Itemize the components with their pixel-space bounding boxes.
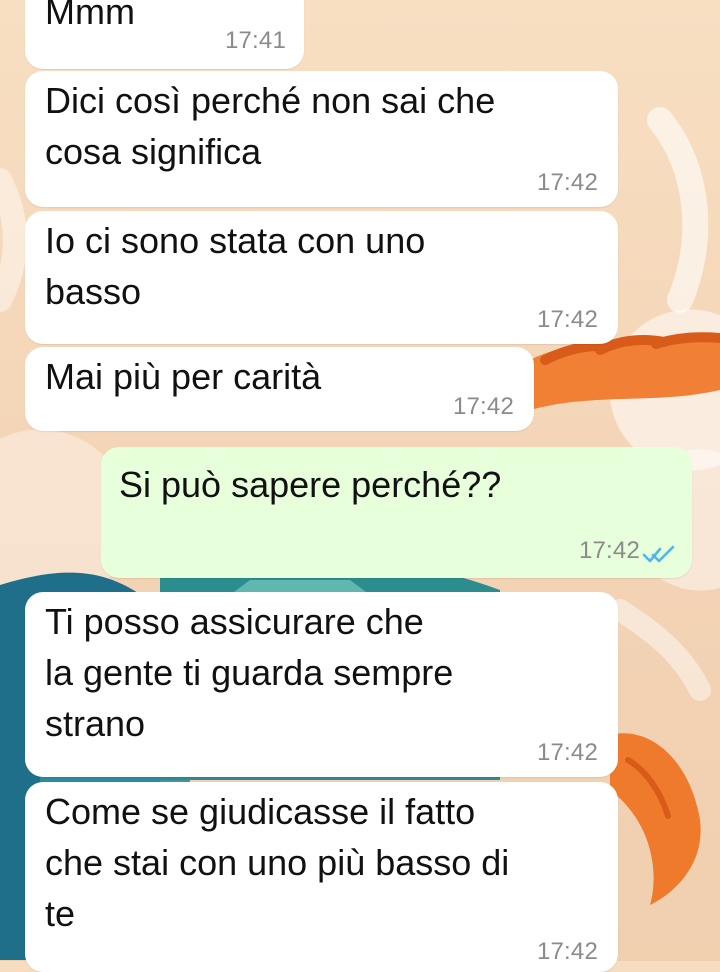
message-bubble[interactable]: Come se giudicasse il fatto che stai con… xyxy=(25,782,618,972)
message-bubble[interactable]: Io ci sono stata con uno basso 17:42 xyxy=(25,211,618,344)
message-text: Come se giudicasse il fatto che stai con… xyxy=(45,791,510,934)
message-bubble-outgoing[interactable]: Si può sapere perché?? 17:42 xyxy=(101,447,692,578)
message-timestamp: 17:42 xyxy=(452,393,514,420)
message-text: Si può sapere perché?? xyxy=(119,464,502,505)
message-timestamp: 17:42 xyxy=(536,169,598,196)
message-bubble[interactable]: Ti posso assicurare che la gente ti guar… xyxy=(25,592,618,777)
message-timestamp: 17:42 xyxy=(578,537,640,564)
message-text: Io ci sono stata con uno basso xyxy=(45,220,426,312)
message-text: Mai più per carità xyxy=(45,356,322,397)
message-timestamp: 17:42 xyxy=(536,938,598,965)
message-bubble[interactable]: Mai più per carità 17:42 xyxy=(25,347,534,431)
double-check-icon xyxy=(642,544,676,564)
message-timestamp: 17:42 xyxy=(536,306,598,333)
message-timestamp: 17:42 xyxy=(536,739,598,766)
message-bubble[interactable]: Mmm 17:41 xyxy=(25,0,304,69)
message-bubble[interactable]: Dici così perché non sai che cosa signif… xyxy=(25,71,618,207)
message-text: Dici così perché non sai che cosa signif… xyxy=(45,80,496,172)
message-text: Ti posso assicurare che la gente ti guar… xyxy=(45,601,454,744)
message-text: Mmm xyxy=(45,0,135,32)
message-timestamp: 17:41 xyxy=(224,27,286,54)
